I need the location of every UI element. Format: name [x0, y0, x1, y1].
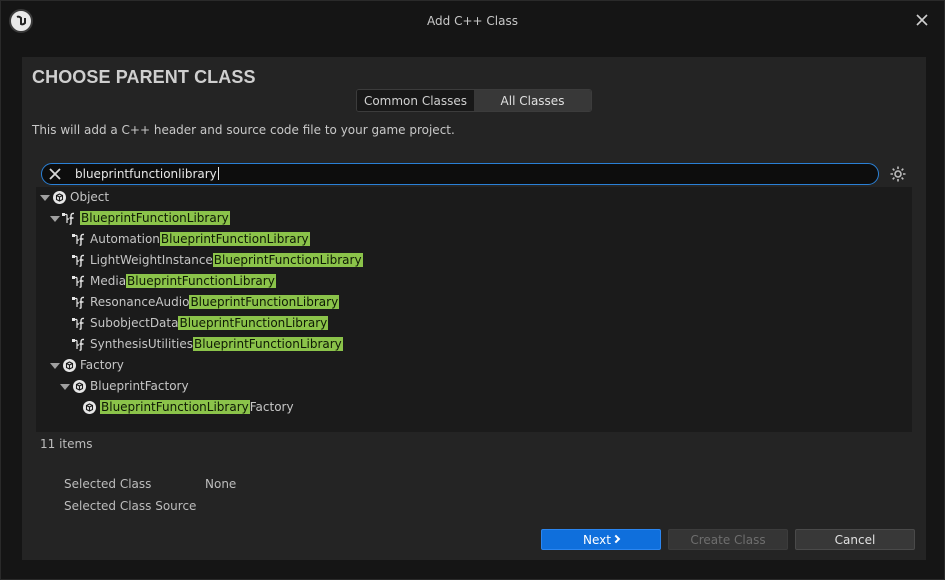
main-panel: CHOOSE PARENT CLASS Common Classes All C…: [22, 57, 926, 560]
tree-row[interactable]: SynthesisUtilitiesBlueprintFunctionLibra…: [36, 334, 912, 355]
function-library-icon: [71, 274, 86, 289]
object-icon: [82, 400, 97, 415]
tree-row[interactable]: MediaBlueprintFunctionLibrary: [36, 271, 912, 292]
expand-arrow-icon[interactable]: [40, 195, 50, 201]
tree-row[interactable]: Object: [36, 187, 912, 208]
close-icon[interactable]: [914, 12, 930, 28]
expand-arrow-icon[interactable]: [50, 363, 60, 369]
tree-row[interactable]: LightWeightInstanceBlueprintFunctionLibr…: [36, 250, 912, 271]
tree-row-label: BlueprintFunctionLibraryFactory: [100, 400, 294, 414]
function-library-icon: [61, 211, 76, 226]
tree-row-label: MediaBlueprintFunctionLibrary: [90, 274, 276, 288]
tree-row-label: Object: [70, 190, 110, 204]
tree-row-label: SubobjectDataBlueprintFunctionLibrary: [90, 316, 329, 330]
tab-common-classes[interactable]: Common Classes: [357, 90, 474, 111]
clear-search-icon[interactable]: [48, 167, 62, 181]
item-count: 11 items: [40, 437, 93, 451]
tree-row-label: BlueprintFactory: [90, 379, 189, 393]
expand-arrow-icon[interactable]: [50, 216, 60, 222]
tree-row[interactable]: SubobjectDataBlueprintFunctionLibrary: [36, 313, 912, 334]
search-value: blueprintfunctionlibrary: [75, 167, 219, 181]
tree-row-label: BlueprintFunctionLibrary: [80, 211, 230, 225]
tree-row[interactable]: Factory: [36, 355, 912, 376]
function-library-icon: [71, 232, 86, 247]
function-library-icon: [71, 316, 86, 331]
tree-row-label: ResonanceAudioBlueprintFunctionLibrary: [90, 295, 340, 309]
tree-row[interactable]: BlueprintFunctionLibrary: [36, 208, 912, 229]
expand-arrow-icon[interactable]: [60, 384, 70, 390]
chevron-right-icon: [611, 534, 621, 543]
class-filter-tabs: Common Classes All Classes: [356, 89, 592, 112]
selected-class-value: None: [205, 477, 237, 491]
function-library-icon: [71, 253, 86, 268]
tab-all-classes[interactable]: All Classes: [474, 90, 591, 111]
gear-icon[interactable]: [889, 165, 907, 183]
next-button[interactable]: Next: [541, 529, 661, 550]
search-input[interactable]: blueprintfunctionlibrary: [41, 163, 879, 185]
add-cpp-class-dialog: Add C++ Class CHOOSE PARENT CLASS Common…: [0, 0, 945, 580]
tree-row-label: SynthesisUtilitiesBlueprintFunctionLibra…: [90, 337, 343, 351]
function-library-icon: [71, 337, 86, 352]
window-title: Add C++ Class: [427, 14, 518, 28]
page-title: CHOOSE PARENT CLASS: [32, 67, 256, 87]
selected-class-source-label: Selected Class Source: [64, 499, 197, 513]
object-icon: [62, 358, 77, 373]
description-text: This will add a C++ header and source co…: [32, 123, 455, 137]
tree-row[interactable]: BlueprintFactory: [36, 376, 912, 397]
tree-row-label: AutomationBlueprintFunctionLibrary: [90, 232, 310, 246]
object-icon: [52, 190, 67, 205]
tree-row[interactable]: BlueprintFunctionLibraryFactory: [36, 397, 912, 418]
tree-row[interactable]: AutomationBlueprintFunctionLibrary: [36, 229, 912, 250]
title-bar: Add C++ Class: [1, 1, 944, 41]
function-library-icon: [71, 295, 86, 310]
tree-row[interactable]: ResonanceAudioBlueprintFunctionLibrary: [36, 292, 912, 313]
cancel-button[interactable]: Cancel: [795, 529, 915, 550]
object-icon: [72, 379, 87, 394]
tree-row-label: LightWeightInstanceBlueprintFunctionLibr…: [90, 253, 363, 267]
create-class-button[interactable]: Create Class: [668, 529, 788, 550]
selected-class-label: Selected Class: [64, 477, 152, 491]
tree-row-label: Factory: [80, 358, 124, 372]
class-tree: Object BlueprintFunctionLibrary Automation…: [36, 187, 912, 432]
